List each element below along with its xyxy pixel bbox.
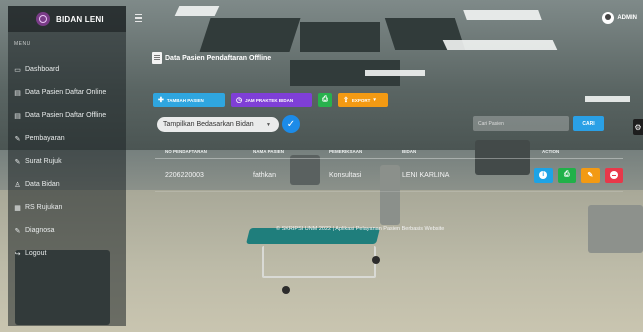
brand-logo-icon xyxy=(36,12,50,26)
footer-text: © SKRIPSI UNM 2022 | Aplikasi Pelayanan … xyxy=(276,226,445,232)
bed-frame xyxy=(262,246,376,278)
delete-button[interactable] xyxy=(604,167,623,183)
menu-heading: MENU xyxy=(14,41,31,47)
check-icon: ✓ xyxy=(286,118,296,130)
cell-bidan: LENI KARLINA xyxy=(402,171,450,179)
sidebar-item-data-pasien-offline[interactable]: ▤ Data Pasien Daftar Offline xyxy=(8,104,126,127)
edit-button[interactable]: ✎ xyxy=(581,167,600,183)
practice-hours-label: JAM PRAKTEK BIDAN xyxy=(245,97,294,103)
sidebar-item-surat-rujuk[interactable]: ✎ Surat Rujuk xyxy=(8,150,126,173)
sidebar: BIDAN LENI MENU ▭ Dashboard ▤ Data Pasie… xyxy=(8,6,126,326)
edit-icon: ✎ xyxy=(14,227,21,235)
sidebar-item-pembayaran[interactable]: ✎ Pembayaran xyxy=(8,127,126,150)
cell-registration-number: 2206220003 xyxy=(165,171,204,179)
edit-icon: ✎ xyxy=(14,158,21,166)
ceiling-light xyxy=(585,96,630,102)
hospital-icon: ▦ xyxy=(14,204,21,212)
money-icon: ✎ xyxy=(14,135,21,143)
sidebar-item-logout[interactable]: ↪ Logout xyxy=(8,242,126,265)
sidebar-item-data-pasien-online[interactable]: ▤ Data Pasien Daftar Online xyxy=(8,81,126,104)
user-icon: ♙ xyxy=(14,181,21,189)
user-edit-icon: ✎ xyxy=(587,172,594,179)
ceiling-light xyxy=(365,70,425,76)
apply-filter-button[interactable]: ✓ xyxy=(282,115,300,133)
sidebar-item-label: Dashboard xyxy=(25,66,60,73)
clock-icon: ◷ xyxy=(236,97,243,104)
add-patient-label: TAMBAH PASIEN xyxy=(166,97,204,103)
column-header: NAMA PASIEN xyxy=(253,148,285,154)
bed-wheel xyxy=(372,256,380,264)
bidan-filter-select[interactable]: Tampilkan Bedasarkan Bidan ▼ xyxy=(157,116,279,132)
print-row-button[interactable]: ⎙ xyxy=(557,167,576,183)
bidan-filter-value: Tampilkan Bedasarkan Bidan xyxy=(163,120,254,128)
sidebar-item-label: RS Rujukan xyxy=(25,204,63,211)
sidebar-item-label: Logout xyxy=(25,250,47,257)
export-icon: ⇪ xyxy=(343,97,349,104)
sidebar-item-dashboard[interactable]: ▭ Dashboard xyxy=(8,58,126,81)
sidebar-item-label: Diagnosa xyxy=(25,227,55,234)
search-input[interactable]: Cari Pasien xyxy=(473,116,569,131)
toolbar: ✚ TAMBAH PASIEN ◷ JAM PRAKTEK BIDAN ⎙ ⇪ … xyxy=(153,93,388,107)
sidebar-item-label: Data Pasien Daftar Online xyxy=(25,89,107,96)
sidebar-item-rs-rujukan[interactable]: ▦ RS Rujukan xyxy=(8,196,126,219)
sidebar-item-label: Surat Rujuk xyxy=(25,158,62,165)
gear-icon: ⚙ xyxy=(634,122,642,132)
settings-tab[interactable]: ⚙ xyxy=(633,119,643,135)
brand-name: BIDAN LENI xyxy=(56,14,104,24)
sidebar-item-label: Data Pasien Daftar Offline xyxy=(25,112,107,119)
chevron-down-icon: ▾ xyxy=(373,97,376,103)
sidebar-item-label: Pembayaran xyxy=(25,135,65,142)
search-button[interactable]: CARI xyxy=(573,116,604,131)
user-menu[interactable]: ADMIN xyxy=(602,12,637,24)
logout-icon: ↪ xyxy=(14,250,21,258)
export-button[interactable]: ⇪ EXPORT ▾ xyxy=(338,93,388,107)
dashboard-icon: ▭ xyxy=(14,66,21,74)
document-icon xyxy=(152,52,162,64)
page-title: Data Pasien Pendaftaran Offline xyxy=(165,54,272,62)
practice-hours-button[interactable]: ◷ JAM PRAKTEK BIDAN xyxy=(231,93,312,107)
ceiling-light xyxy=(442,40,558,50)
detail-button[interactable]: i xyxy=(534,167,553,183)
sidebar-nav: ▭ Dashboard ▤ Data Pasien Daftar Online … xyxy=(8,58,126,265)
column-header: ACTION xyxy=(542,148,560,154)
cell-patient-name: fathkan xyxy=(253,171,276,179)
column-header: NO PENDAFTARAN xyxy=(165,148,207,154)
sidebar-item-label: Data Bidan xyxy=(25,181,60,188)
chevron-down-icon: ▼ xyxy=(266,121,271,128)
brand[interactable]: BIDAN LENI xyxy=(8,6,126,32)
column-header: PEMERIKSAAN xyxy=(329,148,363,154)
bed-wheel xyxy=(282,286,290,294)
print-icon: ⎙ xyxy=(563,171,570,178)
row-actions: i ⎙ ✎ xyxy=(528,167,623,183)
add-patient-button[interactable]: ✚ TAMBAH PASIEN xyxy=(153,93,225,107)
patient-table: NO PENDAFTARAN NAMA PASIEN PEMERIKSAAN B… xyxy=(155,144,623,192)
minus-circle-icon xyxy=(609,171,618,179)
user-plus-icon: ✚ xyxy=(158,97,164,104)
filter-row: Tampilkan Bedasarkan Bidan ▼ ✓ xyxy=(157,115,300,133)
sidebar-item-data-bidan[interactable]: ♙ Data Bidan xyxy=(8,173,126,196)
menu-toggle-icon[interactable] xyxy=(135,14,142,22)
print-button[interactable]: ⎙ xyxy=(318,93,332,107)
top-bar: ADMIN xyxy=(126,6,643,32)
column-header: BIDAN xyxy=(402,148,417,154)
table-row: 2206220003 fathkan Konsultasi LENI KARLI… xyxy=(155,159,623,192)
cell-examination: Konsultasi xyxy=(329,171,362,179)
user-name: ADMIN xyxy=(617,15,637,21)
cabinet xyxy=(588,205,643,253)
info-icon: i xyxy=(539,171,548,179)
user-avatar-icon xyxy=(602,12,615,24)
table-header: NO PENDAFTARAN NAMA PASIEN PEMERIKSAAN B… xyxy=(155,144,623,159)
export-label: EXPORT xyxy=(351,97,371,103)
print-icon: ⎙ xyxy=(322,96,328,103)
file-icon: ▤ xyxy=(14,112,21,120)
sidebar-item-diagnosa[interactable]: ✎ Diagnosa xyxy=(8,219,126,242)
page-header: Data Pasien Pendaftaran Offline xyxy=(152,44,271,72)
file-icon: ▤ xyxy=(14,89,21,97)
